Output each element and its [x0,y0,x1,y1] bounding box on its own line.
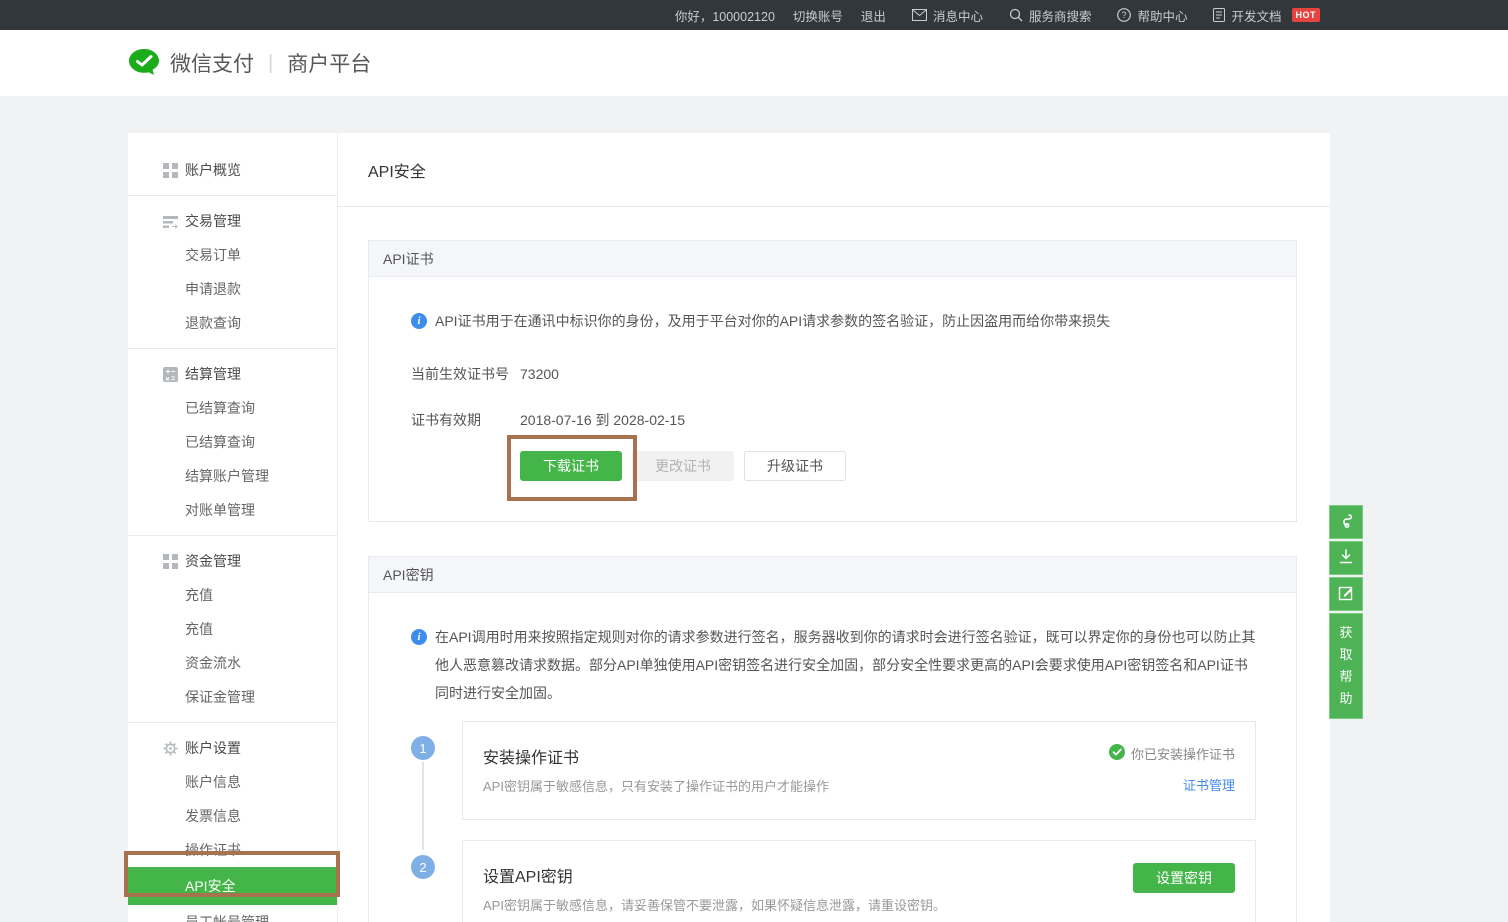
hook-link-icon [1337,512,1355,533]
floating-toolbar: 获取帮助 [1329,505,1363,719]
cert-installed-status: 你已安装操作证书 [1131,744,1235,763]
sidebar-item-account-overview[interactable]: 账户概览 [128,153,337,187]
api-key-section-title: API密钥 [383,565,434,585]
page-title: API安全 [368,158,426,182]
step-1-badge: 1 [411,736,435,760]
api-cert-info-text: API证书用于在通讯中标识你的身份，及用于平台对你的API请求参数的签名验证，防… [435,311,1110,331]
get-help-label: 获取帮助 [1339,622,1353,710]
download-icon [1337,548,1355,569]
switch-account-link[interactable]: 切换账号 [793,6,843,25]
gear-icon [163,741,178,756]
info-icon: i [411,629,427,645]
grid-icon [163,163,178,178]
content-area: API安全 API证书 i API证书用于在通讯中标识你的身份，及用于平台对你的… [338,133,1330,922]
step-2-title: 设置API密钥 [483,863,946,887]
change-cert-button[interactable]: 更改证书 [632,451,734,481]
calculator-icon [163,367,178,382]
document-icon [1213,8,1225,22]
logo-bar: 微信支付 | 商户平台 [0,30,1508,96]
sidebar-item-settled-query-1[interactable]: 已结算查询 [128,391,337,425]
brand-separator: | [268,52,273,75]
sidebar-item-apply-refund[interactable]: 申请退款 [128,272,337,306]
sidebar-item-api-security[interactable]: API安全 [128,867,337,905]
sidebar-item-staff-account-mgmt[interactable]: 员工帐号管理 [128,905,337,922]
search-icon [1009,8,1023,22]
help-center-link[interactable]: ? 帮助中心 [1117,6,1187,25]
sidebar-item-statement-mgmt[interactable]: 对账单管理 [128,493,337,527]
api-key-section: API密钥 i 在API调用时用来按照指定规则对你的请求参数进行签名，服务器收到… [368,556,1297,922]
sidebar-item-account-info[interactable]: 账户信息 [128,765,337,799]
user-greeting: 你好，100002120 [675,6,775,25]
cert-validity-label: 证书有效期 [411,410,520,430]
topbar: 你好，100002120 切换账号 退出 消息中心 服务商搜索 ? 帮助中心 开… [0,0,1508,30]
sidebar-item-operation-cert[interactable]: 操作证书 [128,833,337,867]
edit-pencil-icon [1337,584,1355,605]
info-icon: i [411,313,427,329]
envelope-icon [912,9,927,21]
api-key-info-text: 在API调用时用来按照指定规则对你的请求参数进行签名，服务器收到你的请求时会进行… [435,623,1256,707]
trade-list-icon [163,214,178,229]
set-api-key-button[interactable]: 设置密钥 [1133,863,1235,893]
sidebar-item-account-settings[interactable]: 账户设置 [128,731,337,765]
get-help-button[interactable]: 获取帮助 [1329,613,1363,719]
hot-badge: HOT [1292,8,1321,22]
sidebar-item-deposit-mgmt[interactable]: 保证金管理 [128,680,337,714]
step-connector-line [422,762,424,850]
sidebar-item-funds-mgmt[interactable]: 资金管理 [128,544,337,578]
dev-docs-link[interactable]: 开发文档 HOT [1213,6,1320,25]
wechat-pay-logo-icon [128,48,160,79]
step-1-title: 安装操作证书 [483,744,829,768]
sidebar-item-trade-mgmt[interactable]: 交易管理 [128,204,337,238]
api-cert-section-title: API证书 [383,249,434,269]
sidebar-item-refund-query[interactable]: 退款查询 [128,306,337,340]
main-card: 账户概览 交易管理 交易订单 申请退款 退款查询 结算管理 已结算查询 已结算查… [128,133,1330,922]
contact-link-button[interactable] [1329,505,1363,539]
sidebar-item-recharge-1[interactable]: 充值 [128,578,337,612]
sidebar-item-funds-flow[interactable]: 资金流水 [128,646,337,680]
step-install-cert: 1 安装操作证书 API密钥属于敏感信息，只有安装了操作证书的用户才能操作 [411,721,1256,820]
feedback-button[interactable] [1329,577,1363,611]
upgrade-cert-button[interactable]: 升级证书 [744,451,846,481]
sidebar-item-settled-query-2[interactable]: 已结算查询 [128,425,337,459]
cert-validity-value: 2018-07-16 到 2028-02-15 [520,410,685,430]
brand-name: 微信支付 [170,48,254,78]
check-circle-icon [1109,744,1125,763]
cert-number-label: 当前生效证书号 [411,364,520,384]
download-cert-button[interactable]: 下载证书 [520,451,622,481]
api-cert-section: API证书 i API证书用于在通讯中标识你的身份，及用于平台对你的API请求参… [368,240,1297,522]
sidebar-item-settlement-mgmt[interactable]: 结算管理 [128,357,337,391]
sidebar-item-settlement-account-mgmt[interactable]: 结算账户管理 [128,459,337,493]
svg-text:?: ? [1122,10,1127,20]
grid-icon [163,554,178,569]
sidebar-item-trade-orders[interactable]: 交易订单 [128,238,337,272]
sidebar-item-invoice-info[interactable]: 发票信息 [128,799,337,833]
sidebar: 账户概览 交易管理 交易订单 申请退款 退款查询 结算管理 已结算查询 已结算查… [128,133,338,922]
step-2-badge: 2 [411,855,435,879]
cert-number-value: 73200 [520,366,559,382]
sidebar-item-recharge-2[interactable]: 充值 [128,612,337,646]
step-2-desc: API密钥属于敏感信息，请妥善保管不要泄露，如果怀疑信息泄露，请重设密钥。 [483,895,946,914]
logout-link[interactable]: 退出 [861,6,886,25]
provider-search-link[interactable]: 服务商搜索 [1009,6,1092,25]
cert-manage-link[interactable]: 证书管理 [1183,778,1235,793]
question-circle-icon: ? [1117,8,1131,22]
step-set-api-key: 2 设置API密钥 API密钥属于敏感信息，请妥善保管不要泄露，如果怀疑信息泄露… [411,840,1256,922]
message-center-link[interactable]: 消息中心 [912,6,983,25]
download-tool-button[interactable] [1329,541,1363,575]
brand-platform: 商户平台 [287,48,371,78]
step-1-desc: API密钥属于敏感信息，只有安装了操作证书的用户才能操作 [483,776,829,795]
